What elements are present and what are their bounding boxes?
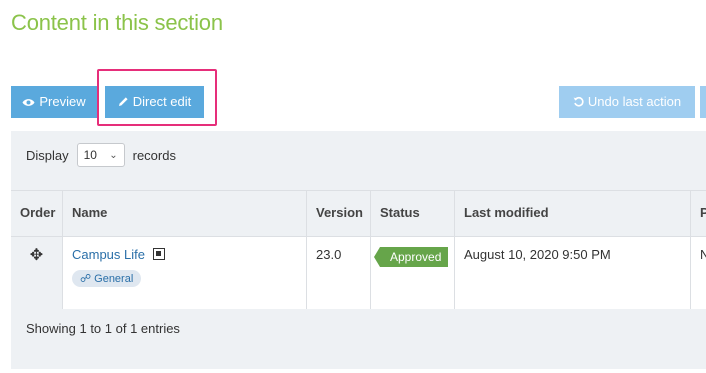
status-cell: Approved: [371, 237, 455, 309]
display-suffix: records: [132, 147, 176, 163]
tags-icon: ☍: [80, 273, 92, 285]
display-control: Display 10 ⌄ records: [26, 143, 176, 167]
last-modified-cell: August 10, 2020 9:50 PM: [455, 237, 691, 309]
display-prefix: Display: [26, 147, 69, 163]
table-header: Order Name Version Status Last modified …: [11, 191, 706, 237]
undo-label: Undo last action: [587, 94, 682, 109]
preview-button[interactable]: Preview: [11, 86, 97, 118]
toolbar-button-partial[interactable]: [700, 86, 706, 118]
version-cell: 23.0: [307, 237, 371, 309]
column-header-status[interactable]: Status: [371, 191, 455, 236]
order-cell: ✥: [11, 237, 63, 309]
column-header-partial[interactable]: P: [691, 191, 706, 236]
table-row: ✥ Campus Life ☍ General 23.0 Approved Aug…: [11, 237, 706, 309]
content-panel: Display 10 ⌄ records Order Name Version …: [11, 131, 706, 369]
records-per-page-select[interactable]: 10 ⌄: [76, 143, 125, 167]
chevron-down-icon: ⌄: [109, 149, 118, 161]
eye-icon: [22, 87, 35, 119]
partial-cell: N: [700, 247, 706, 262]
status-badge: Approved: [373, 247, 449, 267]
table-info: Showing 1 to 1 of 1 entries: [26, 321, 180, 336]
column-header-version[interactable]: Version: [307, 191, 371, 236]
column-header-name[interactable]: Name: [63, 191, 307, 236]
category-tag-label: General: [94, 273, 134, 285]
column-header-order[interactable]: Order: [11, 191, 63, 236]
copy-icon[interactable]: [152, 248, 165, 260]
move-handle-icon[interactable]: ✥: [30, 247, 43, 264]
section-heading: Content in this section: [11, 10, 223, 35]
category-tag[interactable]: ☍ General: [72, 270, 142, 287]
undo-button[interactable]: Undo last action: [559, 86, 695, 118]
content-name-link[interactable]: Campus Life: [72, 247, 145, 262]
preview-label: Preview: [39, 94, 86, 109]
highlight-box: [97, 69, 217, 126]
column-header-last-modified[interactable]: Last modified: [455, 191, 691, 236]
name-cell: Campus Life ☍ General: [63, 237, 307, 309]
content-table: Order Name Version Status Last modified …: [11, 190, 706, 309]
undo-icon: [573, 87, 584, 119]
records-per-page-value: 10: [83, 148, 97, 162]
